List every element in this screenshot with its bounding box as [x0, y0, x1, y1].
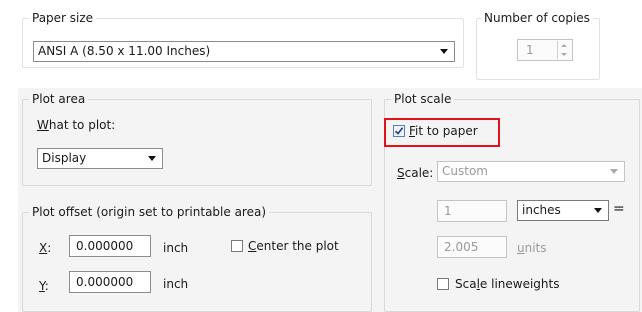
paper-size-group: Paper size ANSI A (8.50 x 11.00 Inches) — [22, 11, 464, 68]
units-label: units — [517, 241, 547, 255]
number-of-copies-group: Number of copies 1 — [476, 11, 600, 80]
checkmark-icon — [394, 127, 404, 135]
plot-scale-legend: Plot scale — [391, 92, 455, 107]
scale-label: Scale: — [397, 166, 434, 180]
copies-spinner[interactable]: 1 — [517, 39, 573, 61]
offset-x-input[interactable]: 0.000000 — [69, 235, 151, 257]
plot-scale-group: Plot scale Fit to paper Scale: Custom 1 … — [384, 92, 640, 312]
offset-x-unit: inch — [163, 241, 189, 255]
plot-offset-legend: Plot offset (origin set to printable are… — [29, 205, 270, 220]
offset-x-label: X: — [39, 241, 52, 255]
scale-numerator-input[interactable]: 1 — [437, 200, 507, 222]
scale-units-dropdown[interactable]: inches — [517, 200, 609, 221]
chevron-down-icon — [148, 156, 156, 161]
what-to-plot-label: What to plot: — [37, 118, 116, 132]
plot-area-legend: Plot area — [29, 92, 89, 107]
offset-y-unit: inch — [163, 277, 189, 291]
chevron-down-icon — [440, 49, 448, 54]
paper-size-dropdown[interactable]: ANSI A (8.50 x 11.00 Inches) — [33, 41, 455, 62]
fit-to-paper-checkbox[interactable] — [393, 125, 405, 137]
plot-area-group: Plot area What to plot: Display — [22, 92, 372, 186]
offset-y-input[interactable]: 0.000000 — [69, 271, 151, 293]
plot-offset-group: Plot offset (origin set to printable are… — [22, 205, 372, 312]
what-to-plot-dropdown[interactable]: Display — [37, 148, 163, 169]
fit-to-paper-label: Fit to paper — [409, 124, 478, 138]
copies-value: 1 — [526, 43, 534, 57]
spinner-arrows-icon[interactable] — [557, 41, 571, 59]
paper-size-value: ANSI A (8.50 x 11.00 Inches) — [38, 44, 211, 58]
scale-denominator-input[interactable]: 2.005 — [437, 236, 507, 258]
center-plot-checkbox[interactable] — [231, 240, 243, 252]
center-plot-label: Center the plot — [248, 239, 339, 253]
scale-dropdown[interactable]: Custom — [437, 161, 625, 182]
scale-lineweights-checkbox[interactable] — [437, 278, 449, 290]
scale-lineweights-label: Scale lineweights — [455, 277, 560, 291]
paper-size-legend: Paper size — [29, 11, 97, 26]
equals-sign: = — [613, 201, 625, 217]
copies-legend: Number of copies — [481, 11, 593, 26]
what-to-plot-value: Display — [42, 151, 87, 165]
offset-y-label: Y: — [39, 279, 49, 293]
